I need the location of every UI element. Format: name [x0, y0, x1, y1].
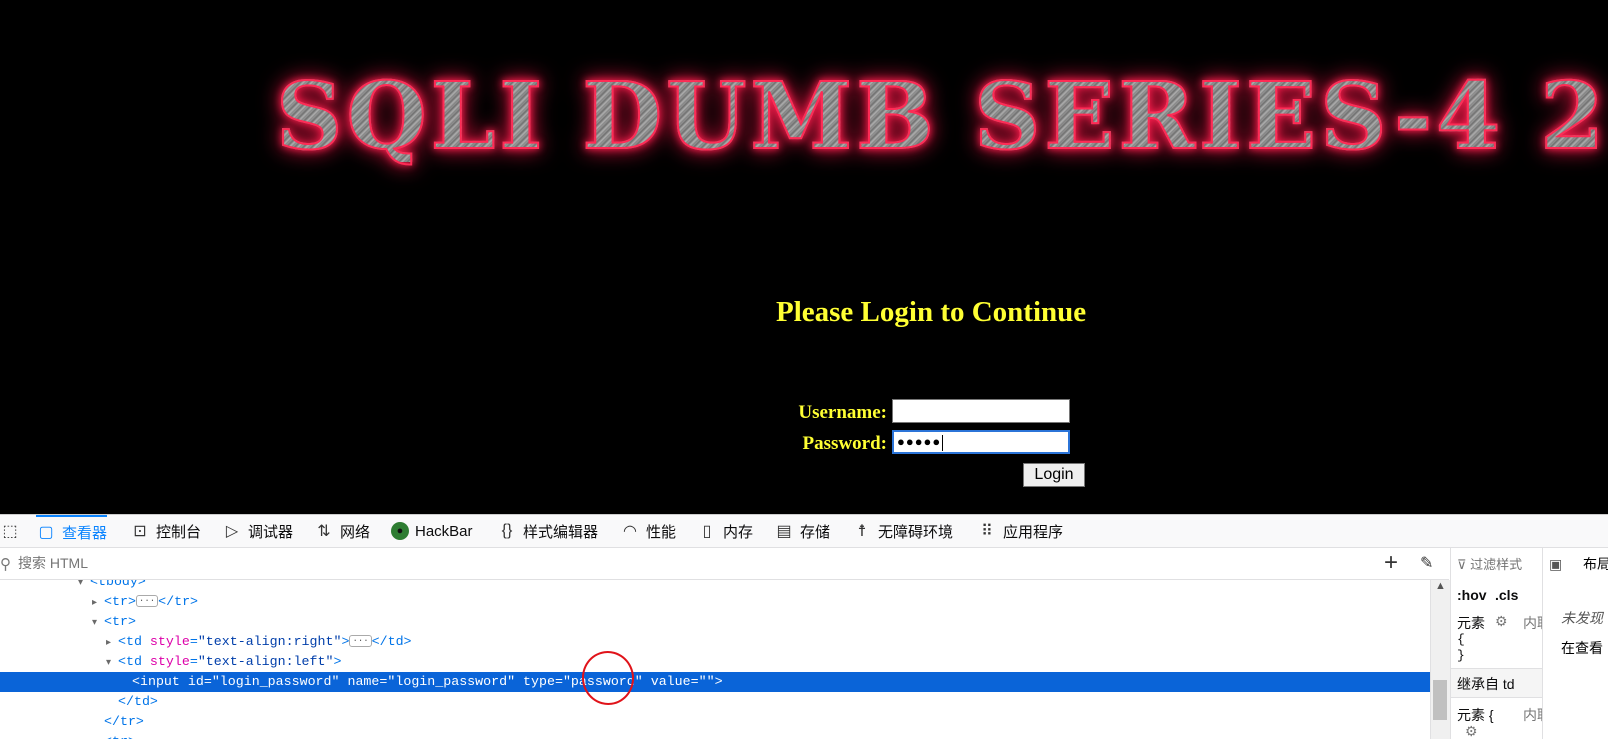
inherited-header: 继承自 td — [1451, 668, 1543, 698]
console-icon: ⊡ — [133, 523, 147, 540]
password-input[interactable]: ●●●●● — [892, 430, 1070, 454]
filter-icon: ⊽ — [1457, 557, 1467, 572]
tab-storage[interactable]: ▤ 存储 — [774, 515, 830, 547]
tree-row[interactable]: ▾ <tbody> — [0, 580, 1430, 592]
tree-scrollbar[interactable]: ▲ — [1430, 580, 1450, 739]
tab-label: 样式编辑器 — [523, 523, 599, 541]
rule-brace-open: { — [1457, 632, 1465, 647]
application-icon: ⠿ — [981, 523, 993, 540]
tab-label: 查看器 — [62, 524, 108, 542]
memory-icon: ▯ — [702, 523, 712, 540]
tab-label: 控制台 — [156, 523, 202, 541]
cls-toggle[interactable]: .cls — [1495, 587, 1518, 603]
tab-style-editor[interactable]: {} 样式编辑器 — [497, 515, 598, 547]
collapse-twisty[interactable]: ▾ — [106, 654, 118, 674]
pick-element-icon: ⬚ — [2, 523, 18, 540]
tree-row[interactable]: ▾ <td style="text-align:left"> — [0, 652, 1430, 672]
password-label: Password: — [802, 433, 887, 454]
series-banner: SQLI DUMB SERIES-4 2 — [275, 62, 1608, 170]
accessibility-icon: ☨ — [857, 523, 867, 540]
eyedropper-icon[interactable]: ✎ — [1420, 553, 1433, 573]
tab-network[interactable]: ⇅ 网络 — [314, 515, 370, 547]
tab-label: 无障碍环境 — [878, 523, 954, 541]
tree-row-selected[interactable]: <input id="login_password" name="login_p… — [0, 672, 1430, 692]
password-mask: ●●●●● — [897, 434, 942, 449]
tree-row[interactable]: ▸ <td style="text-align:right"> ··· </td> — [0, 632, 1430, 652]
scrollbar-thumb[interactable] — [1433, 680, 1447, 720]
username-label: Username: — [798, 402, 887, 423]
tree-row[interactable]: ▸ <tr> ··· </tr> — [0, 592, 1430, 612]
gear-icon[interactable]: ⚙ — [1495, 613, 1508, 630]
devtools-panel: ⬚ ▢ 查看器 ⊡ 控制台 ▷ 调试器 ⇅ 网络 ● HackBar {} 样式编辑器 ◠ 性… — [0, 514, 1608, 739]
inline-label: 内联 — [1523, 707, 1543, 723]
markup-tree: ▾ <tbody> ▸ <tr> ··· </tr> ▾ <tr> ▸ <td style=… — [0, 580, 1430, 739]
tree-row[interactable]: ▾ <tr> — [0, 612, 1430, 632]
tree-row[interactable]: </tr> — [0, 712, 1430, 732]
username-input[interactable] — [892, 399, 1070, 423]
login-heading: Please Login to Continue — [776, 296, 1087, 328]
element-rule-label: 元素 — [1457, 615, 1485, 631]
expand-twisty[interactable]: ▸ — [92, 734, 104, 739]
page-content: SQLI DUMB SERIES-4 2 Please Login to Con… — [0, 0, 1608, 514]
html-search-bar: ⚲ + ✎ — [0, 548, 1449, 580]
collapsed-content-icon[interactable]: ··· — [349, 635, 372, 648]
inspector-icon: ▢ — [38, 524, 54, 541]
hackbar-icon: ● — [391, 522, 409, 540]
tab-label: HackBar — [415, 522, 473, 540]
tab-performance[interactable]: ◠ 性能 — [620, 515, 676, 547]
performance-icon: ◠ — [623, 523, 637, 540]
tab-memory[interactable]: ▯ 内存 — [697, 515, 753, 547]
sidebar-toggle-icon[interactable]: ▣ — [1549, 556, 1562, 573]
tab-inspector[interactable]: ▢ 查看器 — [36, 515, 108, 547]
hov-toggle[interactable]: :hov — [1457, 587, 1487, 603]
tab-debugger[interactable]: ▷ 调试器 — [222, 515, 293, 547]
inline-label: 内联 — [1523, 615, 1543, 631]
tab-console[interactable]: ⊡ 控制台 — [130, 515, 201, 547]
element-picker-button[interactable]: ⬚ — [0, 515, 20, 547]
rule-brace-close: } — [1457, 648, 1465, 663]
tree-row[interactable]: </td> — [0, 692, 1430, 712]
search-html-input[interactable] — [16, 554, 1320, 572]
collapsed-content-icon[interactable]: ··· — [135, 595, 159, 608]
rules-pane: ⊽ 过滤样式 :hov .cls 元素 ⚙ 内联 { } 继承自 td 元素 {… — [1450, 548, 1543, 739]
tab-label: 存储 — [800, 523, 831, 541]
text-caret — [942, 434, 944, 451]
debugger-icon: ▷ — [225, 523, 239, 540]
tab-label: 网络 — [340, 523, 371, 541]
tab-application[interactable]: ⠿ 应用程序 — [977, 515, 1063, 547]
gear-icon[interactable]: ⚙ — [1465, 723, 1478, 739]
tab-label: 性能 — [646, 523, 677, 541]
tab-label: 应用程序 — [1003, 523, 1064, 541]
search-icon: ⚲ — [0, 556, 11, 573]
filter-styles-input[interactable]: ⊽ 过滤样式 — [1457, 554, 1522, 573]
storage-icon: ▤ — [776, 523, 792, 540]
scroll-up-icon[interactable]: ▲ — [1435, 580, 1446, 592]
tab-layout[interactable]: 布局 — [1583, 554, 1608, 574]
expand-twisty[interactable]: ▸ — [106, 634, 118, 654]
login-button[interactable]: Login — [1023, 463, 1085, 487]
add-node-button[interactable]: + — [1384, 551, 1398, 575]
tab-accessibility[interactable]: ☨ 无障碍环境 — [852, 515, 953, 547]
tab-label: 调试器 — [248, 523, 294, 541]
collapse-twisty[interactable]: ▾ — [92, 614, 104, 634]
layout-empty-text: 未发现 — [1561, 610, 1603, 626]
network-icon: ⇅ — [317, 523, 331, 540]
devtools-tabbar: ⬚ ▢ 查看器 ⊡ 控制台 ▷ 调试器 ⇅ 网络 ● HackBar {} 样式编辑器 ◠ 性… — [0, 515, 1608, 548]
layout-pane: ▣ 布局 未发现 在查看 — [1542, 548, 1608, 739]
layout-hint-text: 在查看 — [1561, 640, 1603, 656]
element-rule-label: 元素 { — [1457, 707, 1494, 723]
style-editor-icon: {} — [501, 522, 513, 539]
expand-twisty[interactable]: ▸ — [92, 594, 104, 614]
tab-label: 内存 — [723, 523, 754, 541]
tab-hackbar[interactable]: ● HackBar — [391, 515, 473, 547]
